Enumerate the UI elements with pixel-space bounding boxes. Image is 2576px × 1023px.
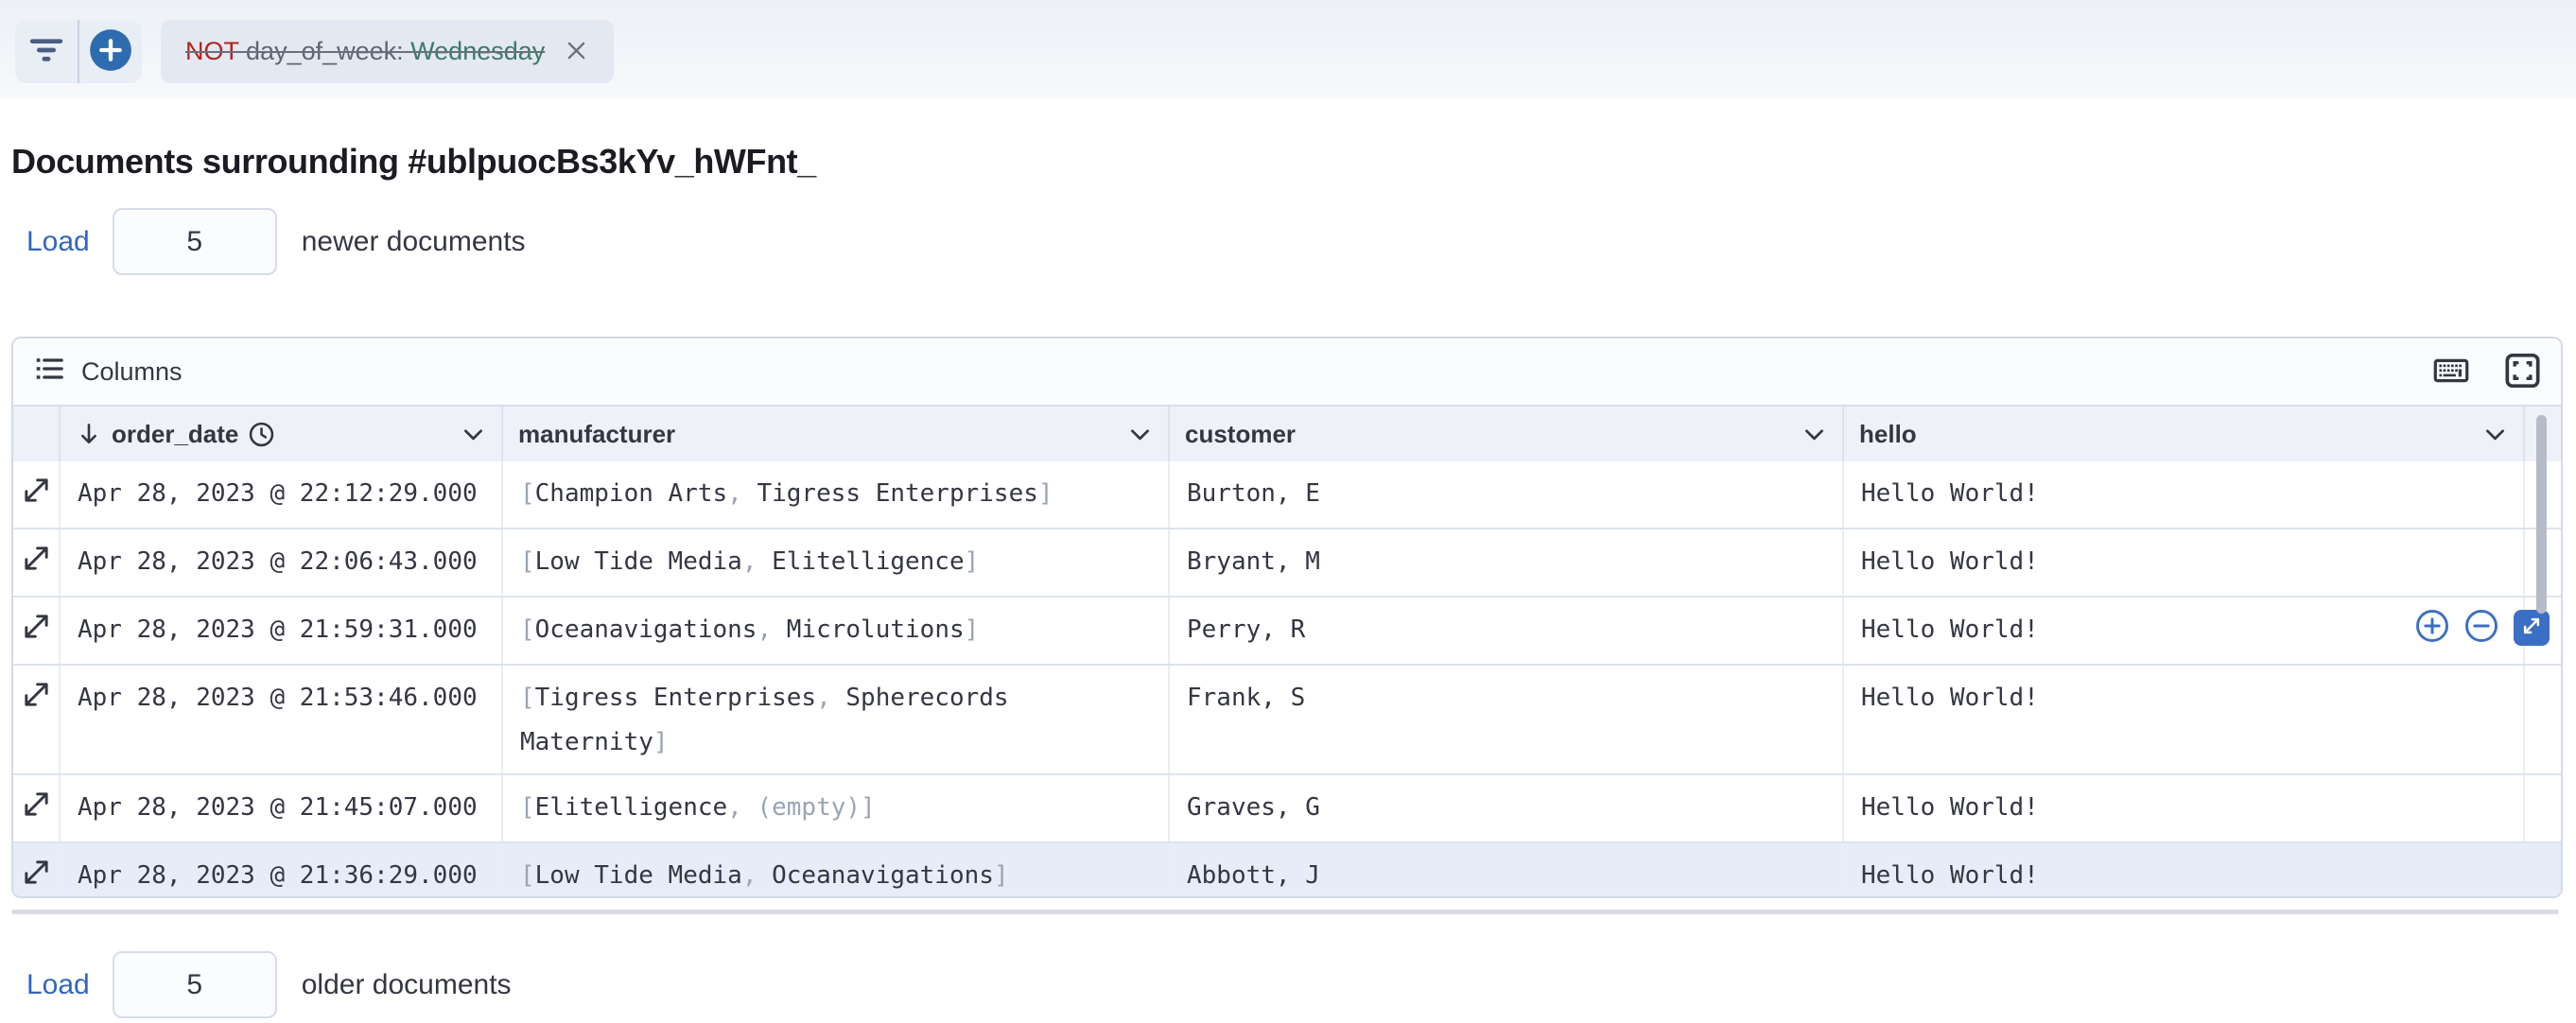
cell-manufacturer[interactable]: [Champion Arts, Tigress Enterprises] <box>503 461 1170 528</box>
page-title: Documents surrounding #ublpuocBs3kYv_hWF… <box>11 142 816 182</box>
cell-order-date[interactable]: Apr 28, 2023 @ 21:36:29.000 <box>61 843 503 898</box>
cell-customer[interactable]: Perry, R <box>1170 598 1844 664</box>
column-header-order-date[interactable]: order_date <box>61 407 503 461</box>
filter-negate-label: NOT <box>185 37 239 65</box>
expand-row-button[interactable] <box>13 666 61 773</box>
cell-hello[interactable]: Hello World! <box>1844 775 2525 841</box>
cell-order-date[interactable]: Apr 28, 2023 @ 21:59:31.000 <box>61 598 503 664</box>
chevron-down-icon[interactable] <box>461 422 486 447</box>
expand-diagonal-icon <box>22 687 51 716</box>
keyboard-shortcuts-button[interactable] <box>2433 355 2469 389</box>
table-row: Apr 28, 2023 @ 22:12:29.000 [Champion Ar… <box>13 461 2561 529</box>
table-row: Apr 28, 2023 @ 21:59:31.000 [Oceanavigat… <box>13 598 2561 666</box>
cell-manufacturer[interactable]: [Elitelligence, (empty)] <box>503 775 1170 841</box>
cell-manufacturer[interactable]: [Oceanavigations, Microlutions] <box>503 598 1170 664</box>
grid-header-row: order_date manufacturer customer <box>13 405 2561 461</box>
remove-filter-button[interactable] <box>564 38 589 66</box>
column-label: manufacturer <box>518 420 675 449</box>
cell-manufacturer[interactable]: [Tigress Enterprises, Spherecords Matern… <box>503 666 1170 773</box>
filter-controls-group <box>15 20 142 83</box>
table-row: Apr 28, 2023 @ 22:06:43.000 [Low Tide Me… <box>13 529 2561 598</box>
column-label: hello <box>1859 420 1917 449</box>
load-newer-button[interactable]: Load <box>26 226 90 258</box>
expand-diagonal-icon <box>22 619 51 648</box>
chevron-down-icon[interactable] <box>2482 422 2508 447</box>
expand-diagonal-icon <box>22 551 51 580</box>
vertical-scrollbar-thumb[interactable] <box>2536 415 2547 614</box>
column-header-manufacturer[interactable]: manufacturer <box>503 407 1170 461</box>
cell-customer[interactable]: Frank, S <box>1170 666 1844 773</box>
column-header-hello[interactable]: hello <box>1844 407 2525 461</box>
documents-table-panel: Columns <box>11 337 2563 898</box>
clock-icon <box>248 421 275 448</box>
column-label: customer <box>1185 420 1296 449</box>
cell-order-date[interactable]: Apr 28, 2023 @ 21:45:07.000 <box>61 775 503 841</box>
plus-circle-icon <box>2415 609 2449 647</box>
table-row: Apr 28, 2023 @ 21:45:07.000 [Elitelligen… <box>13 775 2561 843</box>
query-filter-bar: NOT day_of_week: Wednesday <box>0 0 2576 98</box>
columns-button-label: Columns <box>81 357 183 387</box>
cell-hello[interactable]: Hello World! <box>1844 598 2525 664</box>
add-filter-button[interactable] <box>79 20 142 83</box>
expand-cell-button[interactable] <box>2514 610 2550 646</box>
newer-documents-label: newer documents <box>302 226 526 258</box>
cell-order-date[interactable]: Apr 28, 2023 @ 21:53:46.000 <box>61 666 503 773</box>
cell-hover-actions <box>2415 609 2550 647</box>
load-older-button[interactable]: Load <box>26 969 90 1001</box>
fullscreen-button[interactable] <box>2505 352 2540 392</box>
expand-diagonal-icon <box>2521 616 2542 640</box>
expand-row-button[interactable] <box>13 529 61 596</box>
filter-options-button[interactable] <box>15 20 78 83</box>
keyboard-icon <box>2433 355 2469 389</box>
leader-column-header <box>13 407 61 461</box>
filter-out-value-button[interactable] <box>2464 609 2498 647</box>
load-older-row: Load older documents <box>26 951 512 1018</box>
filter-for-value-button[interactable] <box>2415 609 2449 647</box>
cell-customer[interactable]: Bryant, M <box>1170 529 1844 596</box>
fullscreen-icon <box>2505 352 2540 392</box>
column-header-customer[interactable]: customer <box>1170 407 1844 461</box>
chevron-down-icon[interactable] <box>1801 422 1827 447</box>
expand-diagonal-icon <box>22 865 51 893</box>
cell-manufacturer[interactable]: [Low Tide Media, Elitelligence] <box>503 529 1170 596</box>
expand-row-button[interactable] <box>13 775 61 841</box>
cell-hello[interactable]: Hello World! <box>1844 666 2525 773</box>
filter-funnel-icon <box>26 29 67 74</box>
filter-pill-text: NOT day_of_week: Wednesday <box>185 37 545 66</box>
arrow-down-icon <box>76 421 102 447</box>
older-count-input[interactable] <box>113 951 277 1018</box>
cell-customer[interactable]: Burton, E <box>1170 461 1844 528</box>
chevron-down-icon[interactable] <box>1127 422 1153 447</box>
close-icon <box>564 38 589 66</box>
columns-button[interactable]: Columns <box>34 354 183 390</box>
expand-row-button[interactable] <box>13 598 61 664</box>
grid-body: Apr 28, 2023 @ 22:12:29.000 [Champion Ar… <box>13 461 2561 898</box>
expand-row-button[interactable] <box>13 843 61 898</box>
load-newer-row: Load newer documents <box>26 208 526 275</box>
expand-row-button[interactable] <box>13 461 61 528</box>
filter-field-label: day_of_week: <box>246 37 404 65</box>
cell-hello[interactable]: Hello World! <box>1844 461 2525 528</box>
grid-toolbar: Columns <box>13 338 2561 405</box>
column-label: order_date <box>112 420 238 449</box>
filter-value-label: Wednesday <box>410 37 545 65</box>
list-icon <box>34 354 64 390</box>
filter-pill[interactable]: NOT day_of_week: Wednesday <box>161 20 614 83</box>
newer-count-input[interactable] <box>113 208 277 275</box>
cell-customer[interactable]: Graves, G <box>1170 775 1844 841</box>
expand-diagonal-icon <box>22 483 51 512</box>
minus-circle-icon <box>2464 609 2498 647</box>
cell-order-date[interactable]: Apr 28, 2023 @ 22:06:43.000 <box>61 529 503 596</box>
cell-hello[interactable]: Hello World! <box>1844 843 2525 898</box>
cell-customer[interactable]: Abbott, J <box>1170 843 1844 898</box>
expand-diagonal-icon <box>22 797 51 825</box>
cell-order-date[interactable]: Apr 28, 2023 @ 22:12:29.000 <box>61 461 503 528</box>
cell-hello[interactable]: Hello World! <box>1844 529 2525 596</box>
cell-manufacturer[interactable]: [Low Tide Media, Oceanavigations] <box>503 843 1170 898</box>
table-row: Apr 28, 2023 @ 21:36:29.000 [Low Tide Me… <box>13 843 2561 898</box>
table-row: Apr 28, 2023 @ 21:53:46.000 [Tigress Ent… <box>13 666 2561 775</box>
divider-rule <box>11 910 2559 914</box>
plus-in-circle-icon <box>89 28 132 75</box>
older-documents-label: older documents <box>302 969 512 1001</box>
